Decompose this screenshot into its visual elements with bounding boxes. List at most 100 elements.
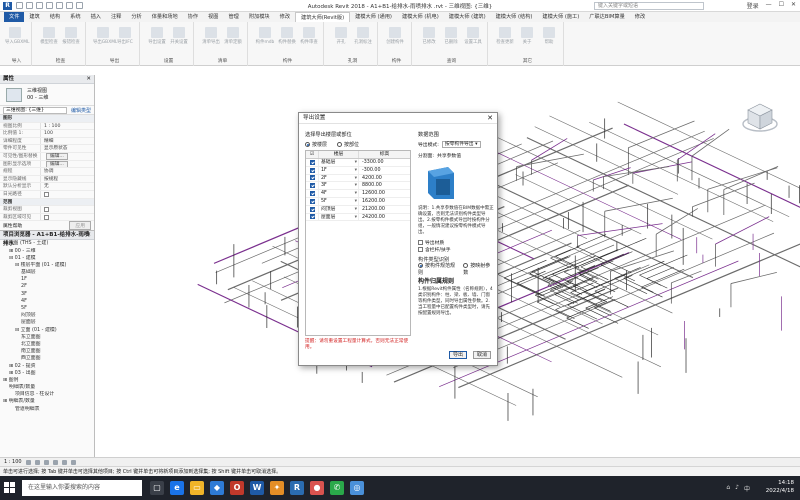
ribbon-button-2-1[interactable]: 导出IFC [115,27,135,45]
chevron-down-icon[interactable]: ▾ [355,175,357,183]
close-icon[interactable]: ✕ [86,231,91,240]
tree-node[interactable]: ⊟ 01 - 建模 [0,255,94,262]
tab-19[interactable]: 广联达BIM算量 [584,12,630,22]
view-cube-icon[interactable] [740,98,780,138]
ribbon-button-0-0[interactable]: 导入GBXML [5,27,29,45]
tree-node[interactable]: 基础层 [0,269,94,276]
export-button[interactable]: 导出 [449,351,467,359]
edit-type-button[interactable]: 编辑类型 [71,107,91,114]
tree-node[interactable]: ⊟ 视图 (THS - 土建) [0,240,94,247]
chevron-down-icon[interactable]: ▾ [355,206,357,214]
tree-node[interactable]: ⊞ 02 - 提资 [0,363,94,370]
windows-start-icon[interactable] [4,482,16,494]
property-value[interactable]: 精细 [40,137,94,145]
revit-logo-icon[interactable]: R [3,2,12,10]
close-icon[interactable]: ✕ [791,1,796,10]
export-material-checkbox[interactable]: 导出材质 [418,239,494,246]
radio-rule-map[interactable]: 按映射参数 [463,262,494,276]
tree-node[interactable]: 3F [0,291,94,298]
ribbon-button-5-0[interactable]: 构件mdb [255,27,275,45]
tree-node[interactable]: 明细表/数量 [0,384,94,391]
tab-1[interactable]: 建筑 [24,12,44,22]
tab-2[interactable]: 结构 [45,12,65,22]
floor-name-cell[interactable]: 5F ▾ [318,197,358,205]
edit-button[interactable]: 编辑... [46,152,68,160]
floor-name-cell[interactable]: 4F ▾ [318,190,358,197]
tab-15[interactable]: 建模大师 (机电) [397,12,444,22]
ribbon-button-6-1[interactable]: 孔洞标注 [353,27,373,45]
floor-name-cell[interactable]: 3F ▾ [318,182,358,190]
property-row[interactable]: 范围 [0,198,94,207]
sign-in-link[interactable]: 登录 [747,1,759,10]
redo-icon[interactable] [46,2,53,9]
tab-20[interactable]: 修改 [630,12,650,22]
property-checkbox[interactable] [44,214,49,220]
tab-0[interactable]: 文件 [4,12,25,22]
property-checkbox[interactable] [44,191,49,197]
tree-node[interactable]: 项目信息 - 柱设计 [0,391,94,398]
floor-name-cell[interactable]: 屋面层 ▾ [318,213,358,222]
include-railing-checkbox[interactable]: 含栏杆/扶手 [418,246,494,253]
floor-checkbox[interactable] [309,183,315,189]
office-icon[interactable]: O [230,481,244,495]
tree-node[interactable]: 管道明细表 [0,406,94,413]
sun-path-icon[interactable] [43,459,49,465]
tree-node[interactable]: ⊞ 00 - 三维 [0,248,94,255]
floor-checkbox[interactable] [309,191,315,197]
floor-name-cell[interactable]: 闷顶层 ▾ [318,205,358,214]
edge-browser-icon[interactable]: e [170,481,184,495]
property-value[interactable]: 100 [40,130,94,137]
property-value[interactable]: 显示原状态 [40,145,94,152]
tab-9[interactable]: 视图 [203,12,223,22]
tab-7[interactable]: 体量和场地 [147,12,183,22]
wechat-icon[interactable]: ✆ [330,481,344,495]
ribbon-button-5-1[interactable]: 构件替换 [277,27,297,45]
property-value[interactable]: 协调 [40,168,94,175]
3d-view-icon[interactable] [76,2,83,9]
app-icon[interactable]: ◎ [350,481,364,495]
floor-name-cell[interactable]: 基础层 ▾ [318,159,358,166]
floor-checkbox[interactable] [309,167,315,173]
clock[interactable]: 14:18 2022/4/18 [766,479,794,495]
search-input[interactable]: 键入关键字或短语 [594,2,704,10]
tree-node[interactable]: 北立面图 [0,341,94,348]
chevron-down-icon[interactable]: ▾ [355,214,357,222]
tab-13[interactable]: 建筑大师(Revit版) [295,12,351,22]
view-dropdown[interactable]: 三维视图: {三维} [3,106,67,114]
tree-node[interactable]: 4F [0,298,94,305]
crop-view-icon[interactable] [61,459,67,465]
floor-checkbox[interactable] [309,198,315,204]
ribbon-button-8-2[interactable]: 设置工具 [463,27,483,45]
ribbon-button-4-0[interactable]: 清单导出 [201,27,221,45]
tab-10[interactable]: 管理 [223,12,243,22]
close-icon[interactable]: ✕ [86,75,91,84]
tab-18[interactable]: 建模大师 (施工) [537,12,584,22]
tree-node[interactable]: 西立面图 [0,355,94,362]
ribbon-button-3-0[interactable]: 导出设置 [147,27,167,45]
shadows-icon[interactable] [52,459,58,465]
app-icon[interactable]: ● [310,481,324,495]
properties-help-link[interactable]: 属性帮助 [3,222,22,229]
volume-icon[interactable]: ♪ [735,484,739,493]
tree-node[interactable]: ⊟ 立面 (01 - 建模) [0,327,94,334]
edit-button[interactable]: 编辑... [46,160,68,168]
select-all-checkbox[interactable]: ☑ [306,151,318,158]
tree-node[interactable]: ⊟ 楼层平面 (01 - 建模) [0,262,94,269]
task-view-icon[interactable]: ▢ [150,481,164,495]
undo-icon[interactable] [36,2,43,9]
revit-taskbar-icon[interactable]: R [290,481,304,495]
open-icon[interactable] [16,2,23,9]
radio-rule-spec[interactable]: 按构件规范规则 [418,262,458,276]
ribbon-button-1-0[interactable]: 模型检查 [39,27,59,45]
tab-5[interactable]: 注释 [106,12,126,22]
floor-checkbox[interactable] [309,214,315,220]
ribbon-button-1-1[interactable]: 报错检查 [61,27,81,45]
tab-17[interactable]: 建模大师 (结构) [491,12,538,22]
ribbon-button-7-0[interactable]: 创建构件 [385,27,405,45]
word-icon[interactable]: W [250,481,264,495]
property-row[interactable]: 图形 [0,115,94,123]
tree-node[interactable]: 1F [0,276,94,283]
chevron-down-icon[interactable]: ▾ [355,167,357,175]
visual-style-icon[interactable] [34,459,40,465]
view-scale[interactable]: 1 : 100 [4,459,22,465]
